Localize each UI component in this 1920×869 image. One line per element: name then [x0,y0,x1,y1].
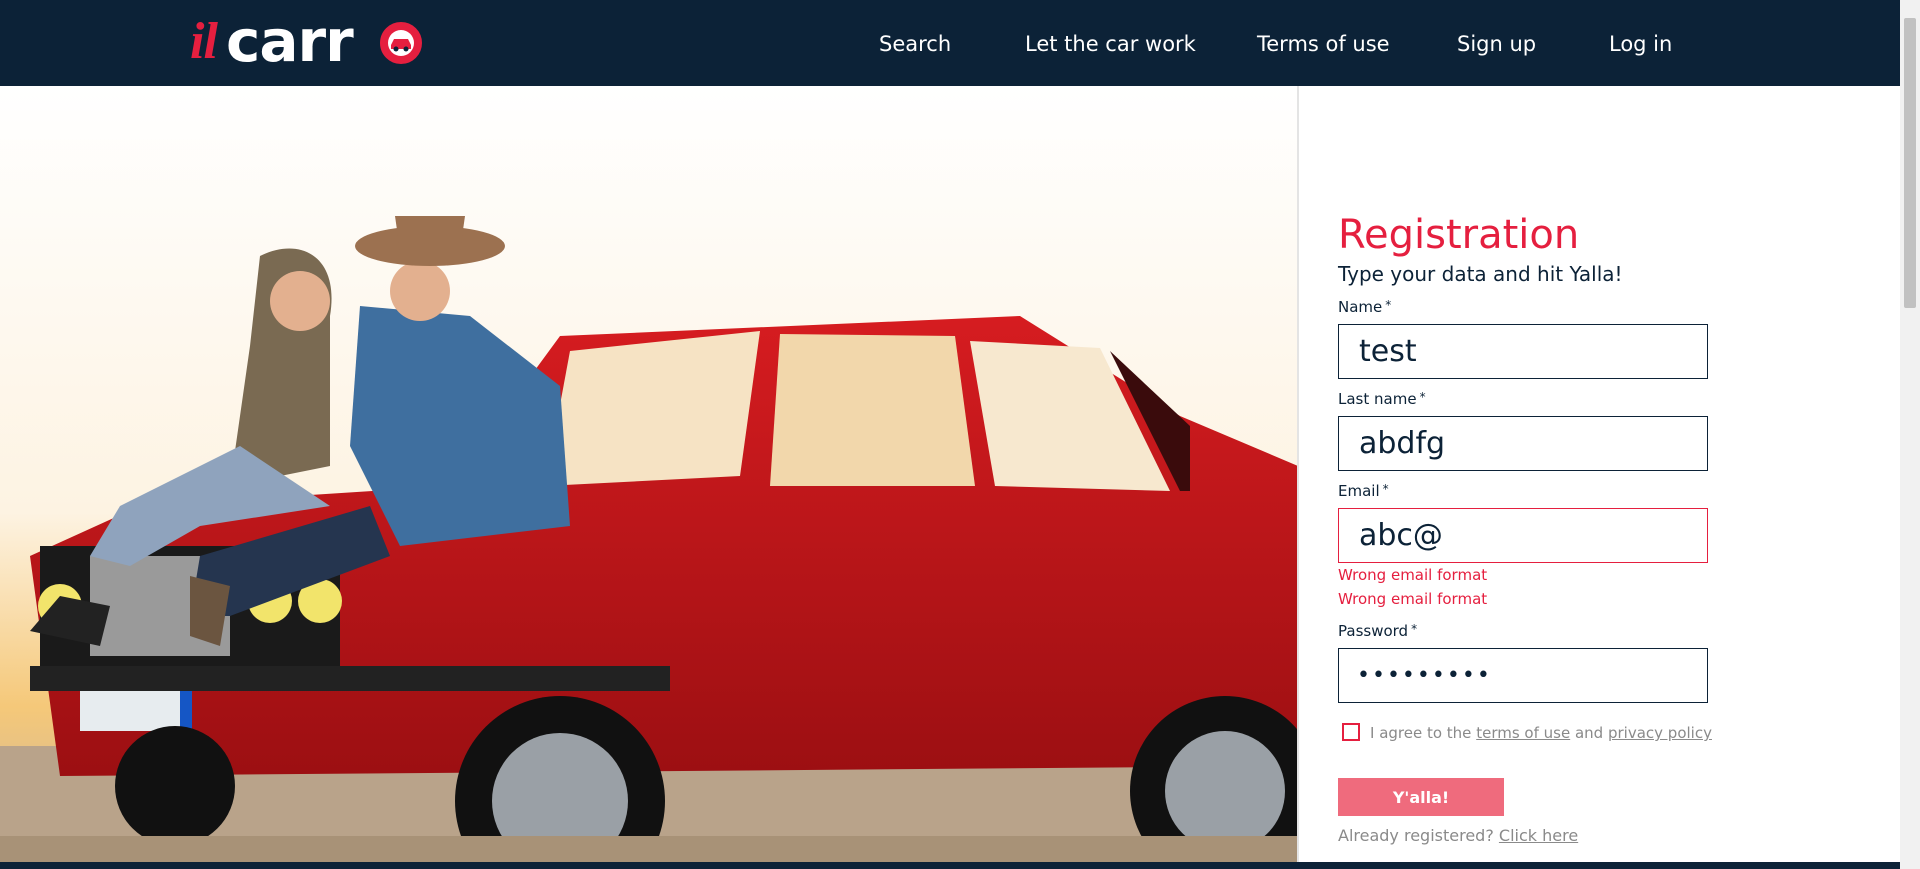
agree-checkbox[interactable] [1342,723,1360,741]
name-label: Name * [1338,298,1392,316]
email-error-message: Wrong email format [1338,590,1488,608]
nav-search[interactable]: Search [879,32,951,56]
top-navbar: il carr Search Let the car work Terms of… [0,0,1900,86]
email-error-message: Wrong email format [1338,566,1488,584]
privacy-policy-link[interactable]: privacy policy [1608,724,1712,742]
nav-log-in[interactable]: Log in [1609,32,1672,56]
nav-sign-up[interactable]: Sign up [1457,32,1536,56]
agree-prefix: I agree to the [1370,724,1472,742]
form-subtitle: Type your data and hit Yalla! [1338,262,1623,286]
nav-let-the-car-work[interactable]: Let the car work [1025,32,1196,56]
password-field[interactable] [1338,648,1708,703]
last-name-input[interactable] [1339,417,1707,470]
click-here-link[interactable]: Click here [1499,826,1578,845]
hero-image-couple-on-red-car [0,86,1298,862]
main-nav: Search Let the car work Terms of use Sig… [0,0,1900,86]
email-label: Email * [1338,482,1389,500]
form-title: Registration [1338,212,1580,258]
name-field[interactable] [1338,324,1708,379]
footer-strip [0,862,1900,869]
terms-of-use-link[interactable]: terms of use [1476,724,1570,742]
agree-text: I agree to the terms of use and privacy … [1370,724,1712,742]
password-label: Password * [1338,622,1418,640]
last-name-label: Last name * [1338,390,1426,408]
password-input[interactable] [1339,649,1707,702]
email-field[interactable] [1338,508,1708,563]
last-name-field[interactable] [1338,416,1708,471]
already-registered-text: Already registered? [1338,826,1494,845]
scrollbar-thumb[interactable] [1904,18,1916,308]
panel-divider [1297,86,1299,862]
nav-terms-of-use[interactable]: Terms of use [1257,32,1390,56]
agree-and: and [1574,724,1604,742]
email-input[interactable] [1339,509,1707,562]
already-registered: Already registered? Click here [1338,826,1578,845]
name-input[interactable] [1339,325,1707,378]
yalla-submit-button[interactable]: Y'alla! [1338,778,1504,816]
